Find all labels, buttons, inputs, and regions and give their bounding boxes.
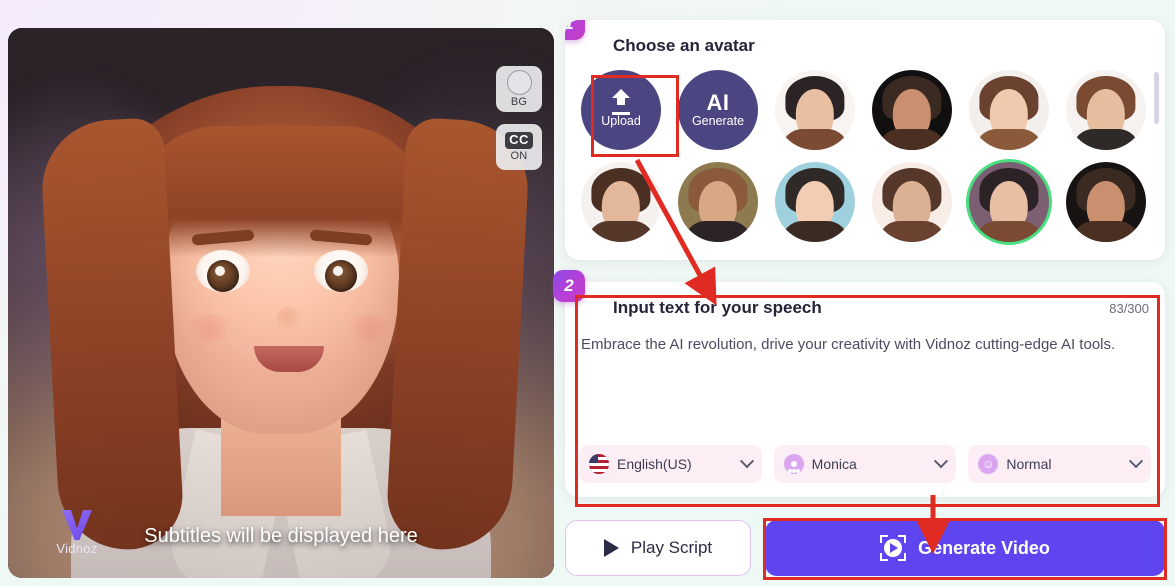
style-select-value: Normal <box>1006 456 1052 472</box>
avatar-avatar-woman-brown-hair-2[interactable] <box>1066 70 1146 150</box>
circle-icon <box>506 70 532 95</box>
language-select[interactable]: English(US) <box>579 445 762 483</box>
cc-icon: CC <box>505 132 533 149</box>
avatar-upload[interactable]: Upload <box>581 70 661 150</box>
choose-avatar-card: 1 Choose an avatar Upload AI Generate <box>565 20 1165 260</box>
avatar-avatar-mona-lisa[interactable] <box>678 162 758 242</box>
chevron-down-icon <box>739 454 754 469</box>
avatar-portrait <box>1066 162 1146 242</box>
avatar-action-line1: AI <box>706 89 730 115</box>
person-icon <box>783 454 804 474</box>
speech-input-title: Input text for your speech <box>613 298 822 317</box>
smiley-icon: ☺ <box>978 454 999 474</box>
video-capture-icon <box>880 535 907 561</box>
avatar-avatar-cartoon-man[interactable] <box>872 162 952 242</box>
captions-toggle-button[interactable]: CC ON <box>496 124 542 170</box>
character-counter: 83/300 <box>1109 300 1149 316</box>
choose-avatar-title: Choose an avatar <box>613 36 755 55</box>
background-toggle-label: BG <box>510 96 528 108</box>
vidnoz-logo-text: Vidnoz <box>56 541 98 556</box>
step-2-badge: 2 <box>553 270 585 302</box>
voice-select-value: Monica <box>811 456 857 472</box>
vidnoz-logo: Vidnoz <box>46 510 108 556</box>
voice-select[interactable]: Monica <box>773 445 957 483</box>
avatar-portrait <box>678 162 758 242</box>
voice-options-row: English(US) Monica ☺ Normal <box>579 445 1152 483</box>
speech-text-card: 2 Input text for your speech 83/300 Engl… <box>553 270 1165 497</box>
avatar-portrait <box>872 70 952 150</box>
captions-state-label: ON <box>510 149 528 162</box>
avatar-action-label: Upload <box>601 113 641 128</box>
avatar-portrait <box>775 70 855 150</box>
avatar-avatar-einstein[interactable] <box>775 162 855 242</box>
avatar-portrait <box>1066 70 1146 150</box>
action-buttons-row: Play Script Generate Video <box>565 520 1165 576</box>
step-1-badge: 1 <box>565 20 585 40</box>
video-preview-panel[interactable]: BG CC ON Subtitles will be displayed her… <box>8 28 554 578</box>
language-select-value: English(US) <box>617 456 692 472</box>
avatar-avatar-woman-brown-hair-3[interactable] <box>581 162 661 242</box>
avatar-portrait <box>872 162 952 242</box>
avatar-portrait <box>775 162 855 242</box>
generate-video-button[interactable]: Generate Video <box>765 520 1165 576</box>
background-toggle-button[interactable]: BG <box>496 66 542 112</box>
vidnoz-v-icon <box>62 510 92 540</box>
avatar-avatar-woman-brown-hair[interactable] <box>969 70 1049 150</box>
avatar-avatar-woman-dark[interactable] <box>872 70 952 150</box>
avatar-avatar-woman-standing[interactable] <box>775 70 855 150</box>
avatar-portrait <box>969 70 1049 150</box>
avatar-preview-image <box>8 28 554 578</box>
us-flag-icon <box>589 454 609 474</box>
avatar-grid: Upload AI Generate <box>581 70 1149 242</box>
style-select[interactable]: ☺ Normal <box>968 445 1152 483</box>
avatar-portrait <box>581 162 661 242</box>
avatar-action-label: Generate <box>691 113 745 128</box>
avatar-ai-generate[interactable]: AI Generate <box>678 70 758 150</box>
avatar-scrollbar[interactable] <box>1154 72 1159 242</box>
avatar-avatar-cartoon-woman[interactable] <box>969 162 1049 242</box>
upload-icon <box>611 88 631 115</box>
play-script-button[interactable]: Play Script <box>565 520 751 576</box>
avatar-avatar-shakespeare[interactable] <box>1066 162 1146 242</box>
chevron-down-icon <box>1128 454 1144 469</box>
generate-video-label: Generate Video <box>918 537 1050 558</box>
avatar-portrait <box>969 162 1049 242</box>
avatar-scrollbar-thumb[interactable] <box>1154 72 1159 124</box>
speech-input[interactable] <box>581 334 1149 434</box>
play-script-label: Play Script <box>630 538 713 557</box>
play-icon <box>603 539 619 557</box>
chevron-down-icon <box>934 454 949 469</box>
